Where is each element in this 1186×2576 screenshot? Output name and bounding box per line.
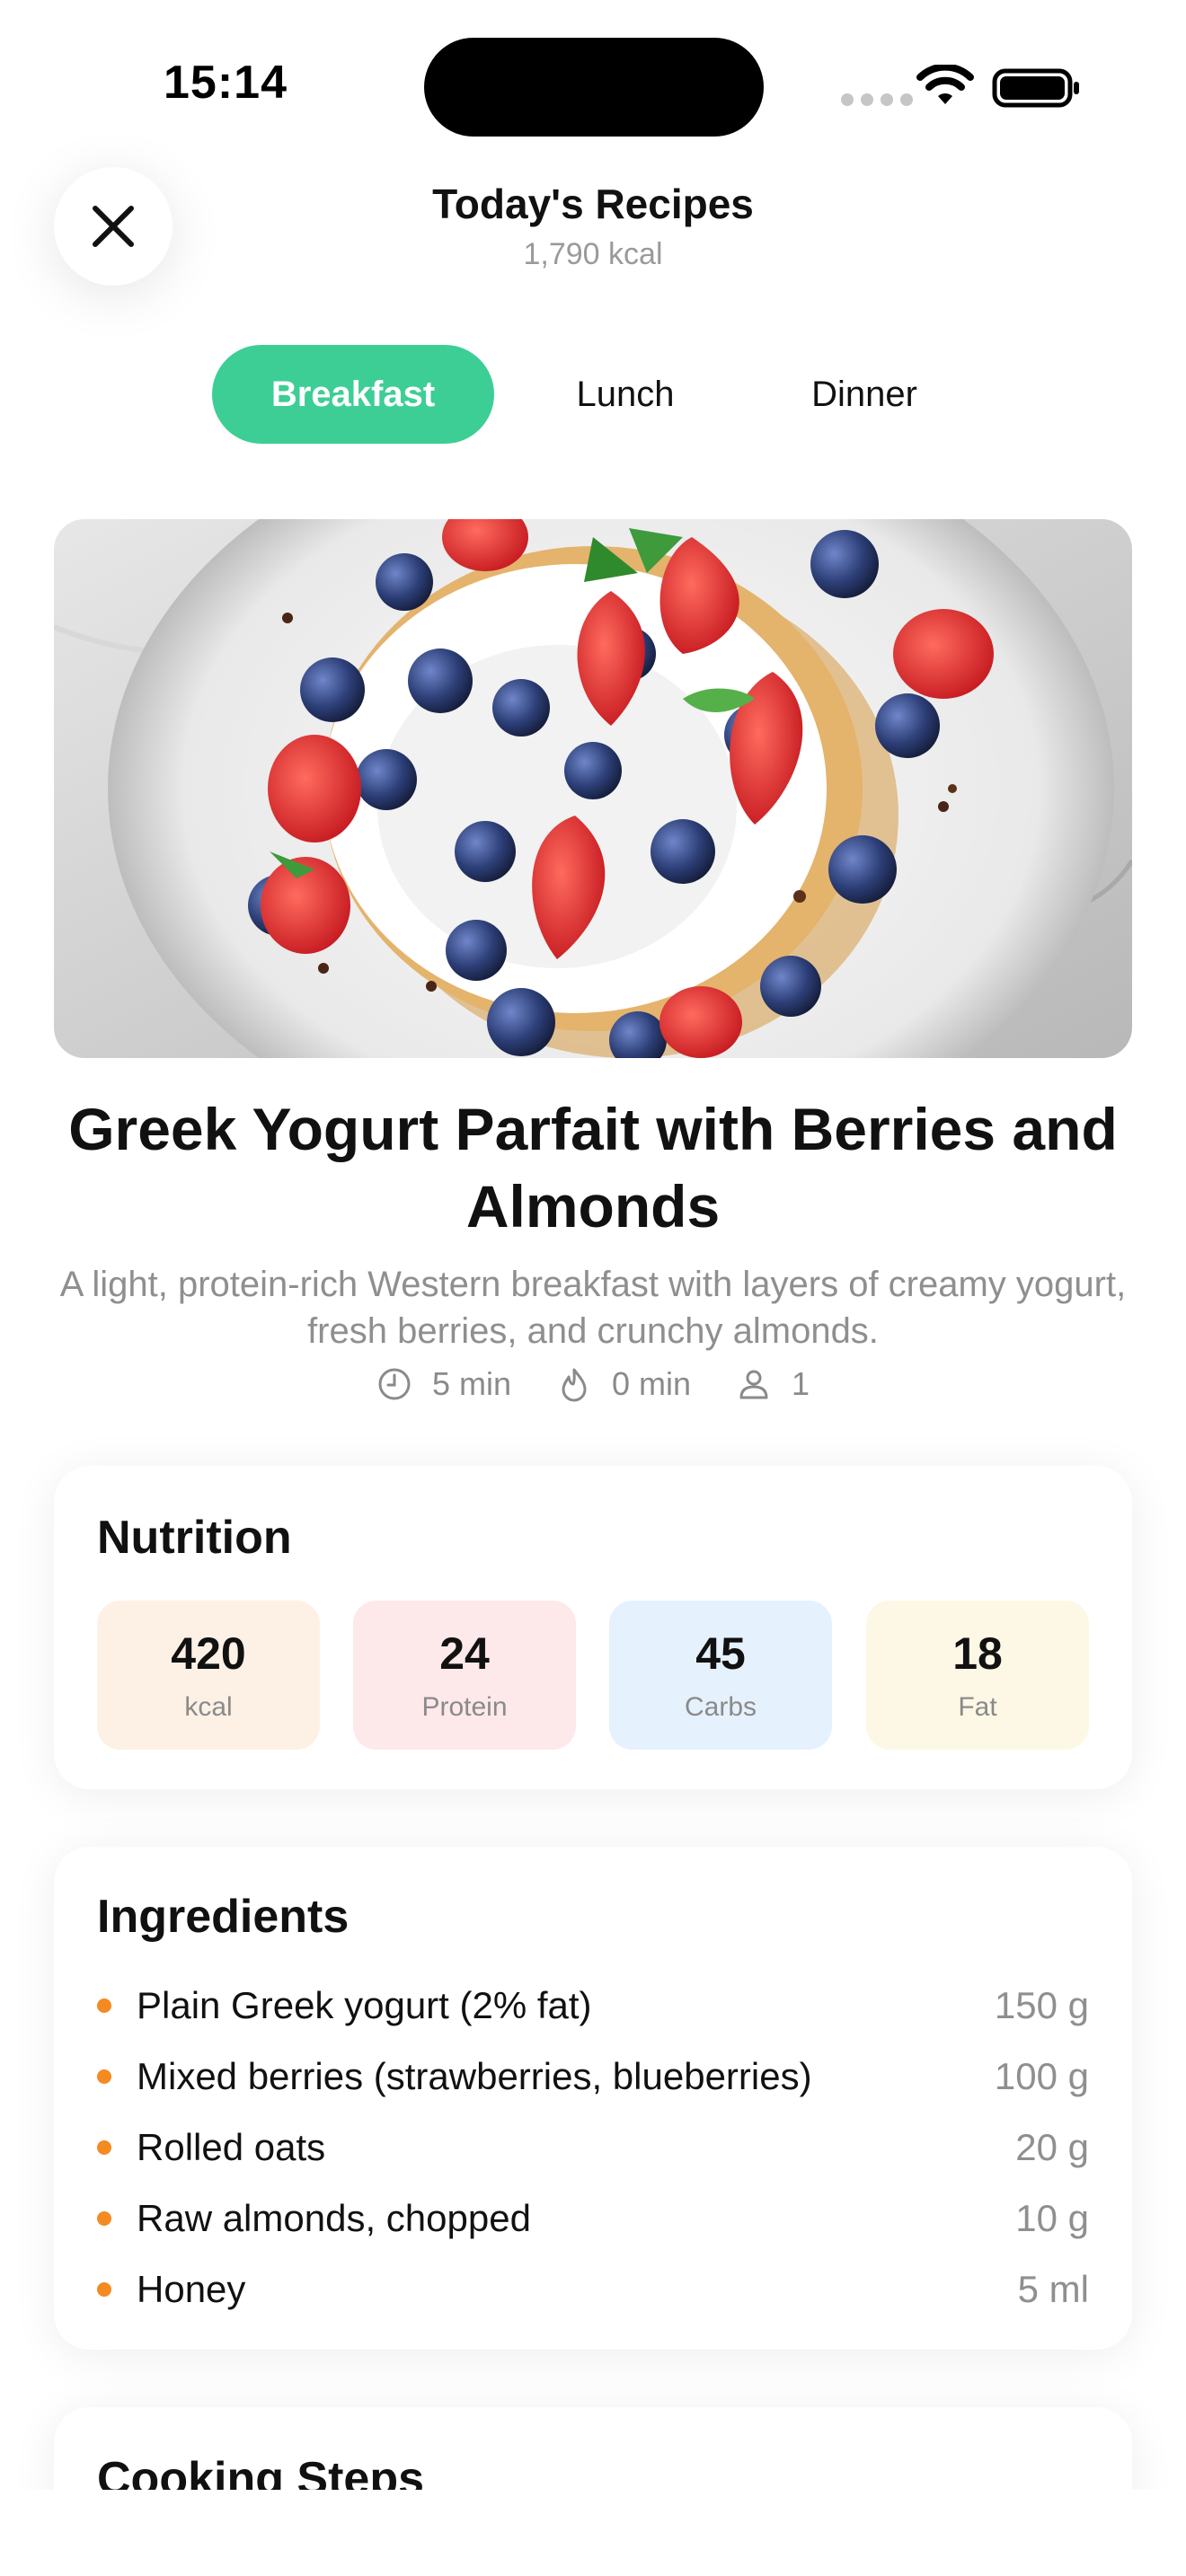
bullet-icon [97,1998,111,2013]
tab-dinner[interactable]: Dinner [766,345,963,444]
page-title: Today's Recipes [432,181,754,227]
cellular-signal-icon [841,93,913,106]
nutrition-kcal: 420 kcal [97,1601,320,1750]
recipe-description: A light, protein-rich Western breakfast … [59,1265,1127,1351]
protein-label: Protein [421,1692,508,1722]
ingredient-item: Raw almonds, chopped 10 g [97,2192,1089,2245]
servings: 1 [736,1365,810,1403]
ingredient-item: Rolled oats 20 g [97,2121,1089,2175]
ingredients-title: Ingredients [97,1891,350,1943]
recipe-title: Greek Yogurt Parfait with Berries and Al… [68,1096,1118,1239]
dynamic-island [424,38,764,137]
fat-label: Fat [958,1692,997,1722]
ingredient-name: Raw almonds, chopped [137,2197,531,2239]
ingredient-name: Mixed berries (strawberries, blueberries… [137,2055,812,2097]
bottom-safe-area [0,2490,1186,2576]
nutrition-carbs: 45 Carbs [609,1601,832,1750]
recipe-photo [54,519,1132,1058]
flame-icon [562,1368,587,1402]
protein-value: 24 [439,1628,490,1679]
cook-time-value: 0 min [611,1365,692,1402]
ingredient-amount: 10 g [1015,2197,1089,2239]
carbs-value: 45 [695,1628,746,1679]
kcal-value: 420 [171,1628,246,1679]
meal-tabs: Breakfast Lunch Dinner [0,345,1186,444]
tab-lunch[interactable]: Lunch [527,345,724,444]
kcal-label: kcal [184,1692,233,1722]
ingredient-name: Plain Greek yogurt (2% fat) [137,1984,592,2026]
bullet-icon [97,2282,111,2297]
ingredient-amount: 150 g [994,1984,1089,2026]
tab-breakfast[interactable]: Breakfast [212,345,494,444]
nutrition-fat: 18 Fat [866,1601,1089,1750]
cook-time: 0 min [556,1365,691,1403]
wifi-icon [916,65,974,104]
ingredient-amount: 100 g [994,2055,1089,2097]
ingredient-item: Honey 5 ml [97,2263,1089,2316]
bullet-icon [97,2211,111,2226]
fat-value: 18 [952,1628,1003,1679]
recipe-meta: 5 min 0 min 1 [0,1365,1186,1403]
ingredient-item: Plain Greek yogurt (2% fat) 150 g [97,1979,1089,2033]
prep-time-value: 5 min [431,1365,511,1402]
carbs-label: Carbs [684,1692,757,1722]
servings-value: 1 [792,1365,810,1402]
recipes-screen: 15:14 Today's Recipes 1,790 kcal Breakfa… [0,0,1186,2576]
nutrition-card: Nutrition 420 kcal 24 Protein 45 Carbs 1… [54,1466,1132,1789]
ingredient-name: Honey [137,2268,246,2310]
daily-calories: 1,790 kcal [523,237,663,271]
ingredient-amount: 5 ml [1017,2268,1089,2310]
ingredient-item: Mixed berries (strawberries, blueberries… [97,2050,1089,2104]
nutrition-protein: 24 Protein [353,1601,576,1750]
bullet-icon [97,2069,111,2084]
ingredients-card: Ingredients Plain Greek yogurt (2% fat) … [54,1847,1132,2350]
prep-time: 5 min [376,1365,511,1403]
status-time: 15:14 [164,57,288,109]
bullet-icon [97,2140,111,2155]
ingredient-amount: 20 g [1015,2126,1089,2168]
ingredient-name: Rolled oats [137,2126,326,2168]
person-icon [739,1370,768,1399]
nutrition-title: Nutrition [97,1512,292,1564]
clock-icon [378,1368,411,1400]
battery-icon [992,68,1079,108]
